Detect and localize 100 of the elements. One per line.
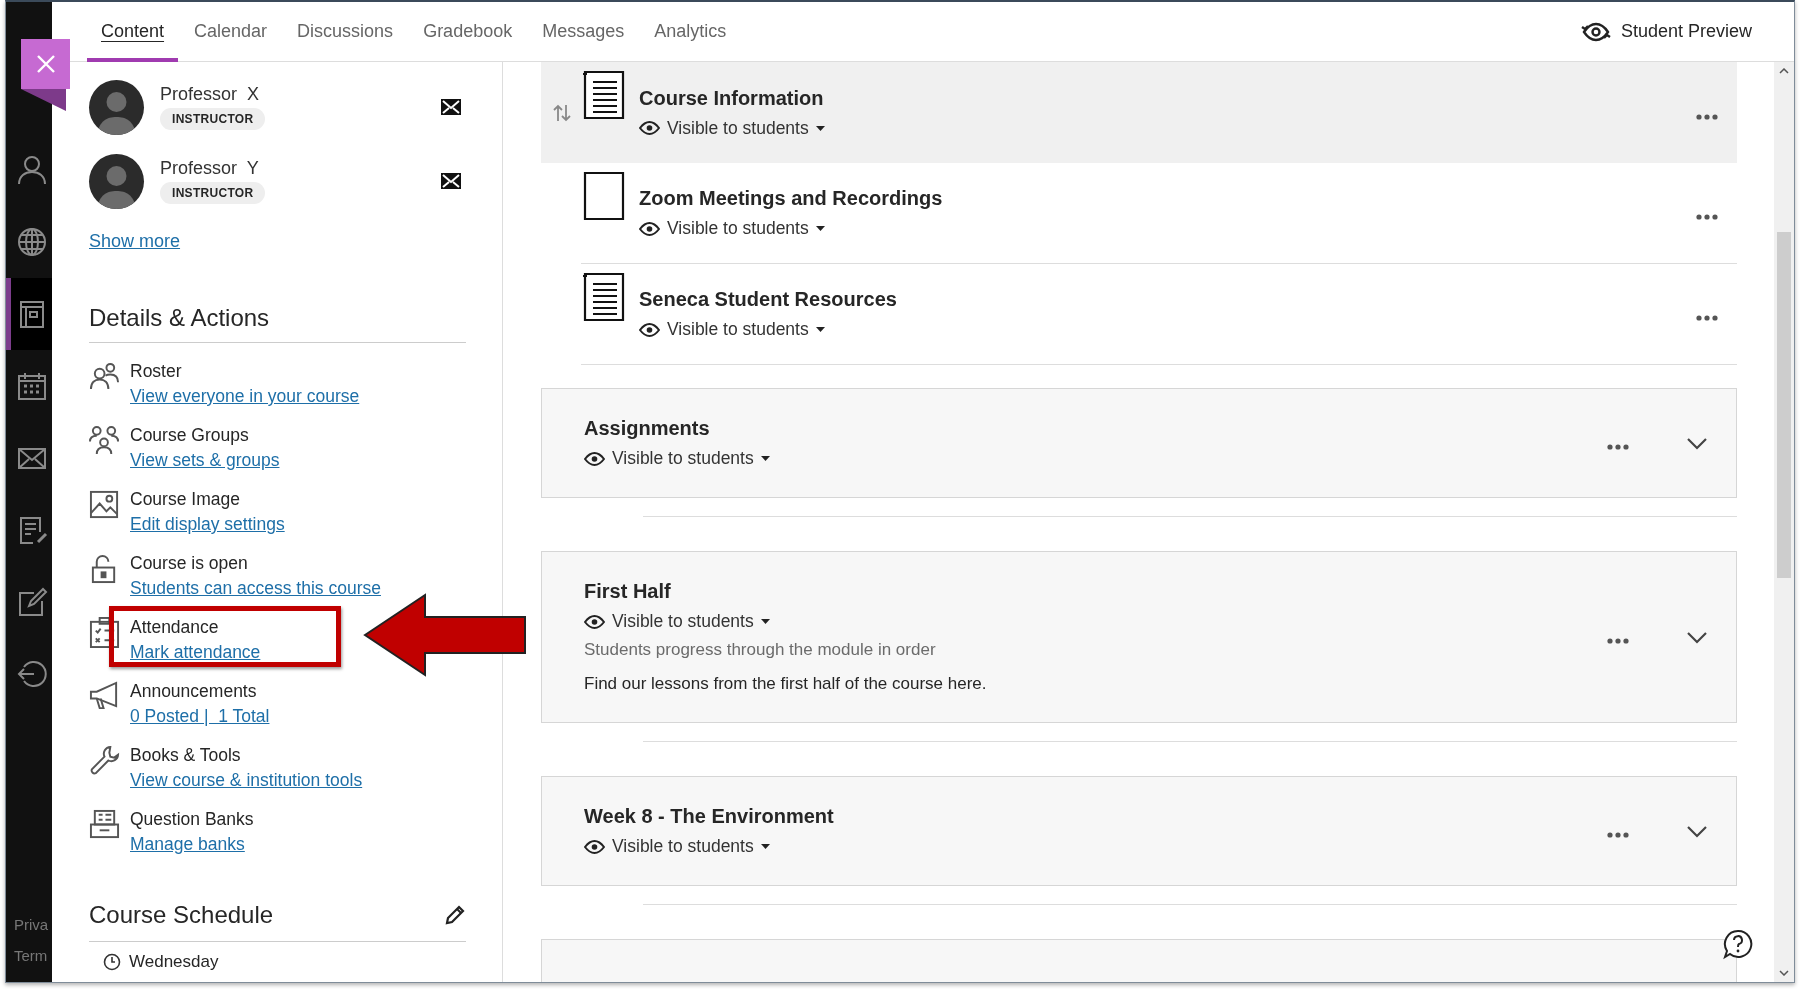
megaphone-icon xyxy=(89,681,120,712)
show-more-link[interactable]: Show more xyxy=(89,231,181,252)
avatar xyxy=(89,79,144,135)
scroll-up-icon[interactable] xyxy=(1779,68,1789,74)
detail-title: Question Banks xyxy=(130,809,254,830)
tab[interactable]: Content xyxy=(87,2,179,62)
detail-link[interactable]: Mark attendance xyxy=(130,642,261,663)
item-title[interactable]: Zoom Meetings and Recordings xyxy=(639,187,1695,210)
message-button[interactable] xyxy=(440,172,462,190)
tab[interactable]: Messages xyxy=(528,2,639,62)
reorder-handle-icon[interactable] xyxy=(553,102,571,123)
footer-link[interactable]: Priva xyxy=(14,916,49,933)
expand-button[interactable] xyxy=(1686,630,1708,644)
section-heading: Course Schedule xyxy=(89,901,274,929)
item-title[interactable]: Course Information xyxy=(639,86,1695,110)
clock-icon xyxy=(103,953,121,971)
role-badge: INSTRUCTOR xyxy=(160,108,266,130)
detail-link[interactable]: View everyone in your course xyxy=(130,386,360,407)
tab[interactable]: Discussions xyxy=(283,2,408,62)
ellipsis-icon xyxy=(1606,831,1630,839)
person-icon xyxy=(15,154,48,186)
detail-link[interactable]: Students can access this course xyxy=(130,578,381,599)
ellipsis-icon xyxy=(1606,443,1630,451)
eye-icon xyxy=(584,839,605,854)
eye-icon xyxy=(639,221,660,236)
expand-button[interactable] xyxy=(1686,436,1708,450)
visibility-dropdown[interactable]: Visible to students xyxy=(639,218,825,239)
scroll-thumb[interactable] xyxy=(1777,232,1791,578)
close-button[interactable] xyxy=(21,39,70,89)
tab[interactable]: Calendar xyxy=(180,2,282,62)
sign-out-icon xyxy=(15,658,48,690)
detail-title: Course Groups xyxy=(130,425,250,446)
visibility-dropdown[interactable]: Visible to students xyxy=(584,448,770,469)
folder-card[interactable]: Week 8 - The Environment Visible to students xyxy=(541,776,1737,886)
detail-link[interactable]: 0 Posted | 1 Total xyxy=(130,706,270,727)
visibility-dropdown[interactable]: Visible to students xyxy=(584,836,770,857)
folder-card[interactable]: First Half Visible to students Students progress through the module in order Find our lessons from the first half of the course here. xyxy=(541,551,1737,723)
eye-icon xyxy=(584,451,605,466)
bank-icon xyxy=(89,809,120,840)
document-icon xyxy=(581,70,627,120)
avatar xyxy=(89,153,144,209)
tab[interactable]: Gradebook xyxy=(409,2,527,62)
caret-icon xyxy=(760,456,770,461)
progress-note: Students progress through the module in order xyxy=(584,640,937,660)
caret-icon xyxy=(815,226,825,231)
detail-link[interactable]: View sets & groups xyxy=(130,450,280,471)
close-icon xyxy=(35,54,56,74)
ellipsis-icon xyxy=(1695,314,1719,322)
scroll-down-icon[interactable] xyxy=(1779,970,1789,976)
chevron-down-icon xyxy=(1686,436,1708,450)
visibility-dropdown[interactable]: Visible to students xyxy=(639,117,825,139)
instructor-name: Professor X xyxy=(160,84,261,105)
edit-button[interactable] xyxy=(444,904,466,926)
visibility-dropdown[interactable]: Visible to students xyxy=(584,611,770,632)
chevron-down-icon xyxy=(1686,630,1708,644)
caret-icon xyxy=(760,844,770,849)
document-icon xyxy=(581,272,627,322)
message-button[interactable] xyxy=(440,98,462,116)
chevron-down-icon xyxy=(1686,824,1708,838)
eye-icon xyxy=(1580,20,1611,43)
eye-icon xyxy=(584,614,605,629)
clipboard-icon xyxy=(89,617,120,648)
people-icon xyxy=(89,361,120,392)
detail-link[interactable]: Manage banks xyxy=(130,834,245,855)
help-button[interactable] xyxy=(1722,928,1754,960)
wrench-icon xyxy=(89,745,120,776)
detail-link[interactable]: Edit display settings xyxy=(130,514,285,535)
folder-title[interactable]: First Half xyxy=(584,580,1606,603)
pencil-icon xyxy=(444,904,466,926)
detail-title: Roster xyxy=(130,361,183,382)
student-preview-button[interactable]: Student Preview xyxy=(1576,16,1756,47)
item-title[interactable]: Seneca Student Resources xyxy=(639,288,1695,311)
people-icon xyxy=(89,425,120,456)
folder-description: Find our lessons from the first half of the course here. xyxy=(584,674,988,694)
ellipsis-icon xyxy=(1695,213,1719,221)
ribbon-fold xyxy=(21,89,66,111)
instructor-name: Professor Y xyxy=(160,158,260,179)
caret-icon xyxy=(815,125,825,131)
folder-title[interactable]: Week 8 - The Environment xyxy=(584,805,1606,828)
role-badge: INSTRUCTOR xyxy=(160,182,266,204)
caret-icon xyxy=(760,619,770,624)
visibility-dropdown[interactable]: Visible to students xyxy=(639,319,825,340)
detail-title: Books & Tools xyxy=(130,745,242,766)
tab[interactable]: Analytics xyxy=(640,2,741,62)
folder-card[interactable]: Assignments Visible to students xyxy=(541,388,1737,498)
section-heading: Details & Actions xyxy=(89,304,466,343)
expand-button[interactable] xyxy=(1686,824,1708,838)
schedule-day: Wednesday xyxy=(129,952,219,972)
help-icon xyxy=(1722,928,1754,960)
page-icon xyxy=(581,171,627,221)
mail-icon xyxy=(440,98,462,116)
folder-title[interactable]: Assignments xyxy=(584,417,1606,440)
caret-icon xyxy=(815,327,825,332)
footer-link[interactable]: Term xyxy=(14,947,48,964)
detail-title: Attendance xyxy=(130,617,220,638)
detail-link[interactable]: View course & institution tools xyxy=(130,770,363,791)
detail-title: Course is open xyxy=(130,553,249,574)
globe-icon xyxy=(15,226,48,258)
scrollbar[interactable] xyxy=(1774,62,1794,982)
eye-icon xyxy=(639,121,660,135)
